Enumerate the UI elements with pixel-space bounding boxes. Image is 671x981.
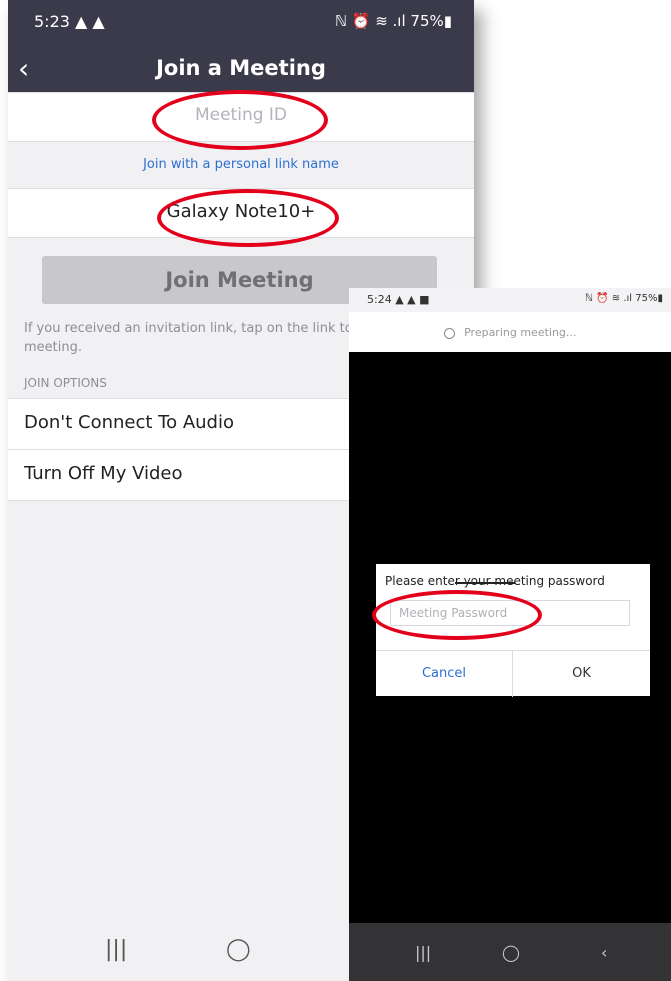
system-nav-bar: ||| ◯ ‹ xyxy=(349,923,671,981)
dialog-title: Please enter your meeting password xyxy=(385,574,605,588)
option-label: Don't Connect To Audio xyxy=(24,412,234,433)
dialog-buttons: Cancel OK xyxy=(376,650,650,697)
status-time: 5:23 ▲ ▲ xyxy=(34,12,105,31)
preparing-bar: Preparing meeting... xyxy=(349,312,671,352)
recents-button[interactable]: ||| xyxy=(105,937,127,962)
cancel-button[interactable]: Cancel xyxy=(376,651,513,697)
status-bar: 5:24 ▲ ▲ ■ ℕ ⏰ ≋ .ıl 75%▮ xyxy=(349,288,671,312)
password-prompt-screen: 5:24 ▲ ▲ ■ ℕ ⏰ ≋ .ıl 75%▮ Preparing meet… xyxy=(349,288,671,981)
strikethrough-mark xyxy=(455,582,515,584)
home-button[interactable]: ◯ xyxy=(226,937,251,962)
meeting-id-row xyxy=(8,92,474,142)
loading-spinner-icon xyxy=(443,327,455,339)
app-header: ‹ Join a Meeting xyxy=(8,48,474,92)
meeting-id-input[interactable] xyxy=(89,104,393,126)
join-with-personal-link[interactable]: Join with a personal link name xyxy=(8,157,474,172)
display-name-field[interactable]: Galaxy Note10+ xyxy=(167,201,316,222)
page-title: Join a Meeting xyxy=(156,56,326,80)
status-bar: 5:23 ▲ ▲ ℕ ⏰ ≋ .ıl 75%▮ xyxy=(8,0,474,48)
status-icons: ℕ ⏰ ≋ .ıl 75%▮ xyxy=(334,12,452,30)
back-button[interactable]: ‹ xyxy=(601,943,607,962)
ok-button[interactable]: OK xyxy=(513,651,650,697)
password-dialog: Please enter your meeting password Cance… xyxy=(376,564,650,697)
home-button[interactable]: ◯ xyxy=(502,943,520,962)
option-label: Turn Off My Video xyxy=(24,463,183,484)
display-name-row[interactable]: Galaxy Note10+ xyxy=(8,188,474,238)
recents-button[interactable]: ||| xyxy=(415,943,431,962)
join-options-label: JOIN OPTIONS xyxy=(24,376,107,390)
status-icons: ℕ ⏰ ≋ .ıl 75%▮ xyxy=(584,293,663,304)
status-time: 5:24 ▲ ▲ ■ xyxy=(367,293,430,306)
preparing-text: Preparing meeting... xyxy=(464,326,577,339)
meeting-password-input[interactable] xyxy=(390,600,630,626)
